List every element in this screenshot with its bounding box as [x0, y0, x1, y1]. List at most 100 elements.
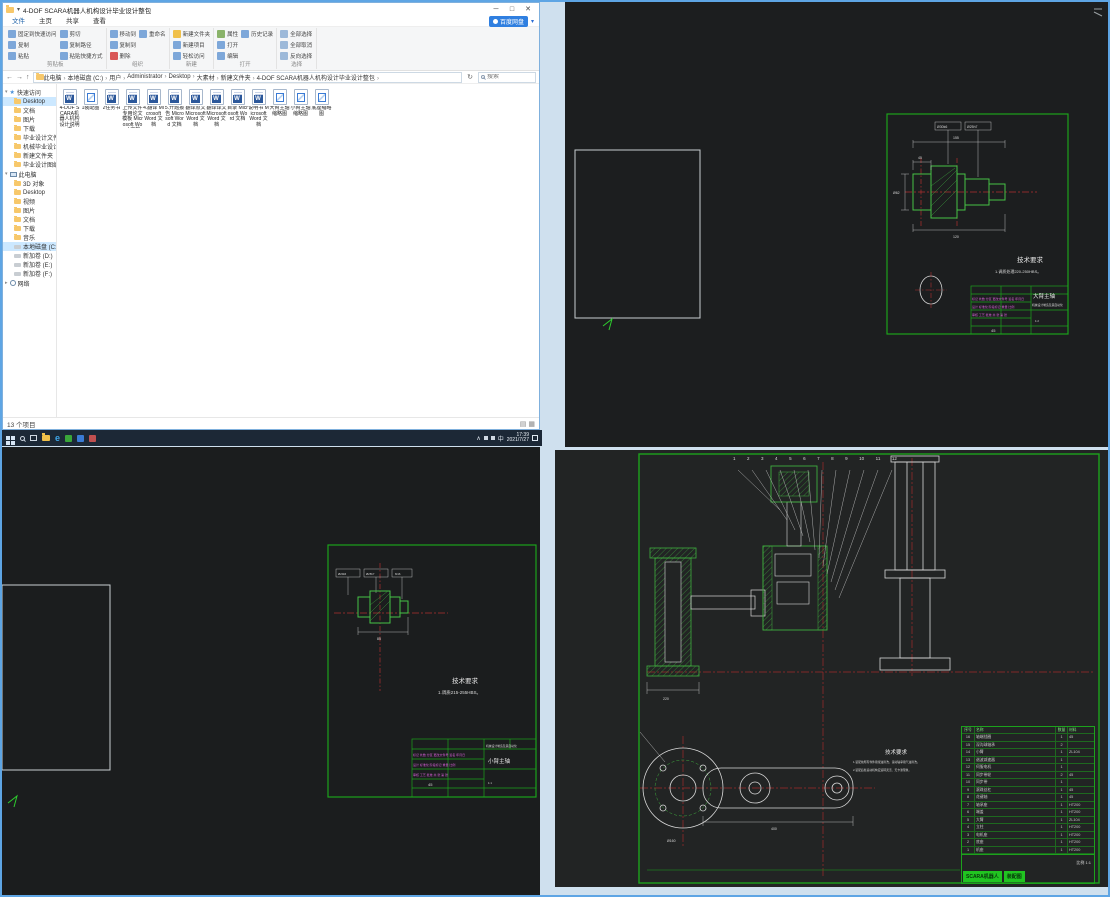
breadcrumb-segment[interactable]: 用户: [109, 73, 127, 82]
breadcrumb-segment[interactable]: 此电脑: [44, 73, 68, 82]
file-item[interactable]: 目录 Microsoft Word 文档: [227, 89, 248, 128]
nav-item[interactable]: Desktop: [3, 97, 56, 106]
ribbon-button[interactable]: 删除: [110, 50, 137, 61]
ribbon-button[interactable]: 复制路径: [60, 39, 103, 50]
search-input[interactable]: [487, 74, 533, 80]
minimize-button[interactable]: ─: [488, 3, 504, 16]
ribbon-button[interactable]: 粘贴: [8, 50, 57, 61]
nav-item[interactable]: 文档: [3, 215, 56, 224]
taskbar-cad-app-icon[interactable]: [89, 435, 96, 442]
close-button[interactable]: ✕: [520, 3, 536, 16]
file-item[interactable]: 4.翻译 Microsoft Word 文档: [143, 89, 164, 128]
list-view-icon[interactable]: ▤: [520, 420, 527, 428]
taskbar-edge-icon[interactable]: e: [55, 434, 60, 443]
maximize-button[interactable]: □: [504, 3, 520, 16]
file-item[interactable]: 说明书 Microsoft Word 文档: [248, 89, 269, 128]
file-item[interactable]: 底座缩略图: [311, 89, 332, 128]
file-item[interactable]: 翻译原文 Microsoft Word 文档: [185, 89, 206, 128]
nav-item[interactable]: 3D 对象: [3, 179, 56, 188]
thumbnail-view-icon[interactable]: ▦: [528, 420, 535, 428]
nav-item[interactable]: 新加卷 (E:): [3, 260, 56, 269]
file-item[interactable]: 翻译译文 Microsoft Word 文档: [206, 89, 227, 128]
file-item[interactable]: 5.开题报告 Microsoft Word 文档: [164, 89, 185, 128]
breadcrumb-box[interactable]: 此电脑本地磁盘 (C:)用户AdministratorDesktop大素材新建文…: [33, 72, 463, 83]
back-icon[interactable]: ←: [6, 74, 13, 81]
ribbon-button[interactable]: 剪切: [60, 28, 103, 39]
chevron-down-icon[interactable]: ▾: [5, 171, 8, 177]
ribbon-button[interactable]: 复制: [8, 39, 57, 50]
ribbon-button[interactable]: 反向选择: [280, 50, 312, 61]
file-item[interactable]: 小臂主轴缩略图: [290, 89, 311, 128]
ribbon-button[interactable]: 复制到: [110, 39, 137, 50]
ribbon-button[interactable]: 轻松访问: [173, 50, 211, 61]
taskbar-clock[interactable]: 17:39 2021/7/27: [507, 433, 529, 444]
chevron-right-icon[interactable]: ▸: [5, 280, 8, 286]
network-tray-icon[interactable]: [484, 436, 488, 440]
tab-share[interactable]: 共享: [59, 16, 86, 27]
action-center-icon[interactable]: [532, 435, 538, 441]
nav-item[interactable]: 图片: [3, 206, 56, 215]
breadcrumb-segment[interactable]: 4-DOF SCARA机器人机构设计毕业设计整包: [257, 73, 381, 82]
nav-item[interactable]: 毕业设计图纸: [3, 160, 56, 169]
breadcrumb-segment[interactable]: 大素材: [197, 73, 221, 82]
ribbon-button[interactable]: 粘贴快捷方式: [60, 50, 103, 61]
file-item[interactable]: 2任务书: [101, 89, 122, 128]
ribbon-collapse-icon[interactable]: ▾: [528, 18, 537, 25]
up-icon[interactable]: ↑: [26, 74, 30, 81]
nav-item[interactable]: 新加卷 (F:): [3, 269, 56, 278]
breadcrumb-segment[interactable]: Desktop: [169, 74, 197, 80]
nav-item[interactable]: 本地磁盘 (C:): [3, 242, 56, 251]
hidden-icons-icon[interactable]: ∧: [476, 435, 480, 442]
ribbon-button[interactable]: 移动到: [110, 28, 137, 39]
nav-item[interactable]: 图片: [3, 115, 56, 124]
nav-item[interactable]: 毕业设计文件: [3, 133, 56, 142]
nav-section-quick-access[interactable]: ▾ ★ 快速访问: [3, 87, 56, 97]
nav-item[interactable]: 机械毕业设计: [3, 142, 56, 151]
tab-view[interactable]: 查看: [86, 16, 113, 27]
nav-item[interactable]: 新加卷 (D:): [3, 251, 56, 260]
forward-icon[interactable]: →: [16, 74, 23, 81]
nav-item[interactable]: 下载: [3, 224, 56, 233]
ribbon-button[interactable]: 新建项目: [173, 39, 211, 50]
file-item[interactable]: 上传文件专用论文模板 Microsoft Word 文档: [122, 89, 143, 128]
chevron-down-icon[interactable]: ▾: [5, 89, 8, 95]
ribbon-button[interactable]: 编辑: [217, 50, 238, 61]
breadcrumb-segment[interactable]: 本地磁盘 (C:): [68, 73, 110, 82]
ribbon-button[interactable]: 历史记录: [241, 28, 273, 39]
breadcrumb-segment[interactable]: Administrator: [127, 74, 168, 80]
breadcrumb-segment[interactable]: 新建文件夹: [221, 73, 257, 82]
nav-item[interactable]: Desktop: [3, 188, 56, 197]
input-language-indicator[interactable]: 中: [498, 434, 504, 443]
refresh-icon[interactable]: ↻: [465, 73, 475, 81]
file-item[interactable]: 大臂主轴缩略图: [269, 89, 290, 128]
ribbon-button[interactable]: 属性: [217, 28, 238, 39]
search-box[interactable]: [478, 72, 536, 83]
nav-item[interactable]: 下载: [3, 124, 56, 133]
nav-item[interactable]: 新建文件夹: [3, 151, 56, 160]
nav-item[interactable]: 文档: [3, 106, 56, 115]
quick-access-toolbar-icon[interactable]: ▾: [17, 6, 20, 13]
ribbon-button[interactable]: 打开: [217, 39, 238, 50]
ribbon-button[interactable]: 新建文件夹: [173, 28, 211, 39]
viewport-corner-icon[interactable]: [1094, 9, 1102, 16]
ribbon-button[interactable]: 固定到快速访问: [8, 28, 57, 39]
ribbon-button[interactable]: 全部取消: [280, 39, 312, 50]
taskbar-explorer-icon[interactable]: [42, 435, 50, 441]
volume-icon[interactable]: [491, 436, 495, 440]
taskbar-netdisk-icon[interactable]: [77, 435, 84, 442]
nav-item[interactable]: 音乐: [3, 233, 56, 242]
ribbon-button[interactable]: 重命名: [139, 28, 166, 39]
task-view-icon[interactable]: [30, 435, 37, 441]
tab-file[interactable]: 文件: [5, 16, 32, 27]
nav-section-this-pc[interactable]: ▾ 此电脑: [3, 169, 56, 179]
ribbon-button[interactable]: 全部选择: [280, 28, 312, 39]
file-item[interactable]: 1装配图: [80, 89, 101, 128]
taskbar-wechat-icon[interactable]: [65, 435, 72, 442]
nav-section-network[interactable]: ▸ 网络: [3, 278, 56, 288]
nav-item[interactable]: 视频: [3, 197, 56, 206]
taskbar-search-icon[interactable]: [20, 436, 25, 441]
promo-badge[interactable]: 百度网盘: [489, 16, 528, 27]
tab-home[interactable]: 主页: [32, 16, 59, 27]
start-button[interactable]: [6, 436, 10, 440]
file-item[interactable]: 4-DOF SCARA机器人机构设计说明书: [59, 89, 80, 128]
